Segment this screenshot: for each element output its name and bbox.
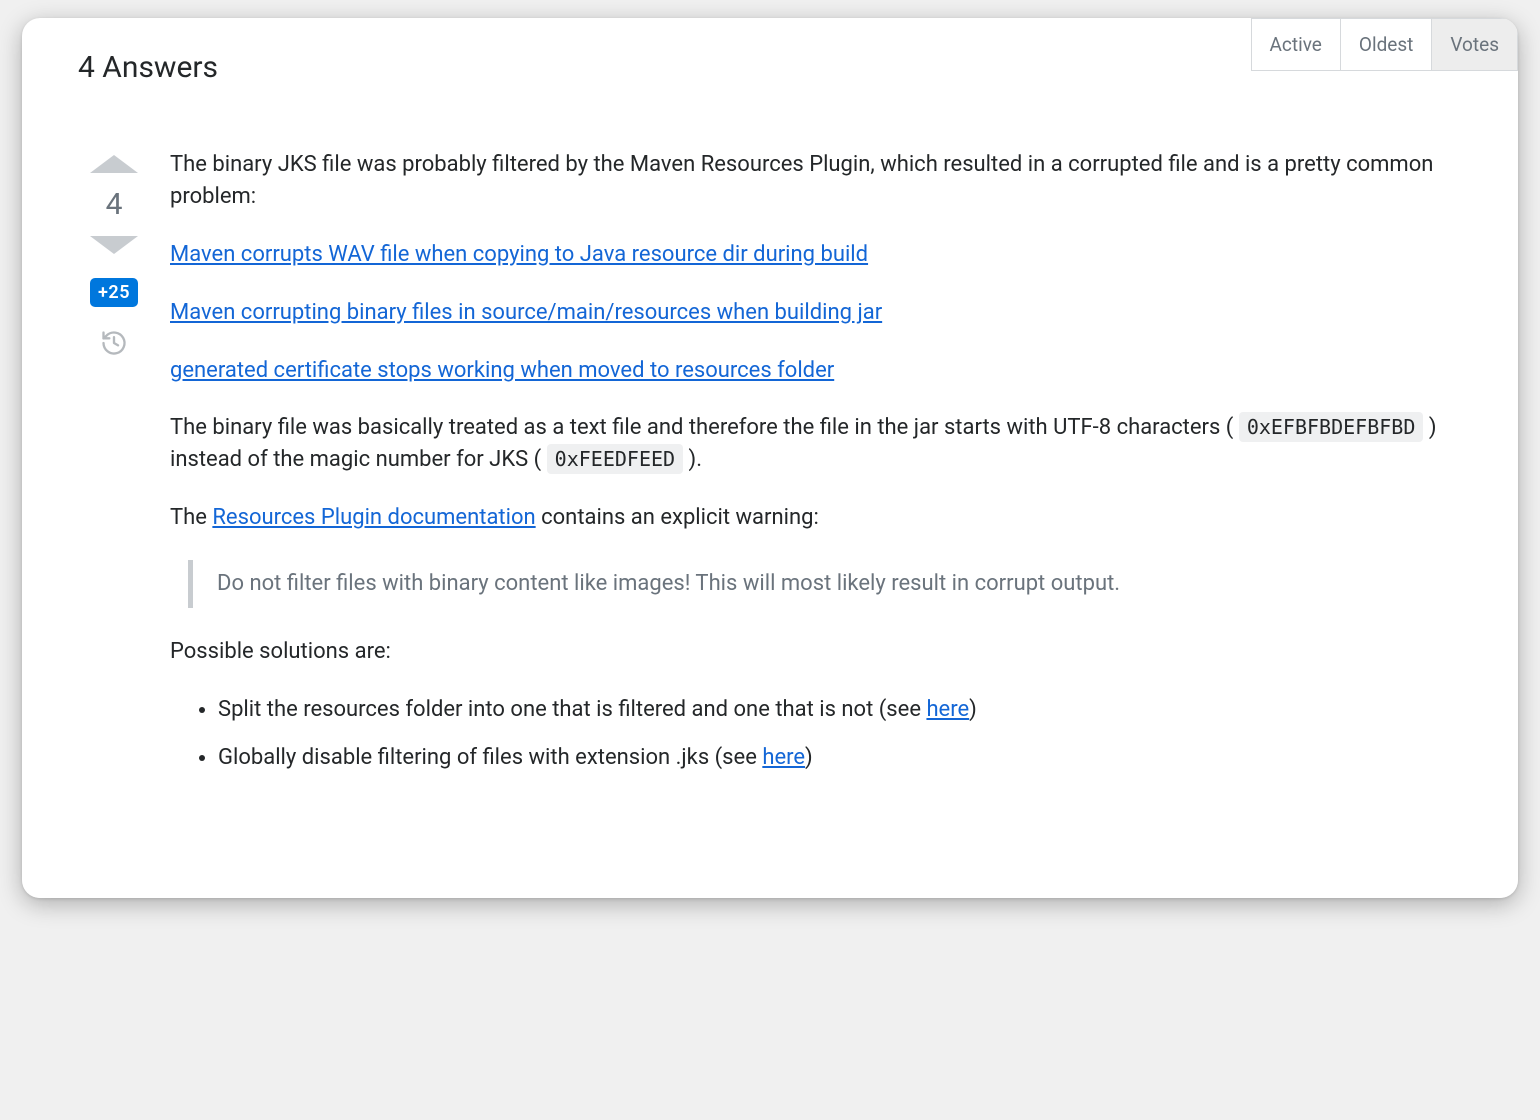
answer: 4 +25 The binary JKS file was probably f…	[78, 149, 1470, 800]
solution-2-link[interactable]: here	[762, 745, 805, 770]
related-link-3[interactable]: generated certificate stops working when…	[170, 358, 834, 383]
list-item: Globally disable filtering of files with…	[218, 742, 1470, 774]
sort-tab-votes[interactable]: Votes	[1431, 18, 1518, 71]
related-link-1[interactable]: Maven corrupts WAV file when copying to …	[170, 242, 868, 267]
answers-title: 4 Answers	[78, 50, 218, 85]
code-bad-magic: 0xEFBFBDEFBFBD	[1239, 412, 1424, 442]
answer-body: The binary JKS file was probably filtere…	[150, 149, 1470, 800]
history-icon[interactable]	[100, 329, 128, 361]
fade-overlay	[22, 858, 1518, 898]
related-link-2[interactable]: Maven corrupting binary files in source/…	[170, 300, 882, 325]
upvote-icon[interactable]	[90, 155, 138, 173]
solution-1-link[interactable]: here	[926, 697, 969, 722]
vote-column: 4 +25	[78, 149, 150, 361]
explain-paragraph: The binary file was basically treated as…	[170, 412, 1470, 476]
doc-link[interactable]: Resources Plugin documentation	[212, 505, 535, 530]
doc-post: contains an explicit warning:	[536, 505, 819, 530]
solution-2-pre: Globally disable filtering of files with…	[218, 745, 762, 770]
code-jks-magic: 0xFEEDFEED	[547, 444, 683, 474]
solution-1-pre: Split the resources folder into one that…	[218, 697, 926, 722]
sort-tab-active[interactable]: Active	[1251, 18, 1340, 71]
doc-pre: The	[170, 505, 212, 530]
list-item: Split the resources folder into one that…	[218, 694, 1470, 726]
vote-count: 4	[106, 187, 123, 222]
answers-panel: 4 Answers Active Oldest Votes 4 +25	[22, 18, 1518, 898]
solutions-list: Split the resources folder into one that…	[170, 694, 1470, 774]
sort-tabs: Active Oldest Votes	[1251, 18, 1518, 71]
warning-quote: Do not filter files with binary content …	[188, 560, 1470, 608]
intro-paragraph: The binary JKS file was probably filtere…	[170, 149, 1470, 213]
solution-2-post: )	[805, 745, 813, 770]
explain-pre: The binary file was basically treated as…	[170, 415, 1233, 440]
solution-1-post: )	[969, 697, 977, 722]
answers-header: 4 Answers Active Oldest Votes	[78, 50, 1470, 85]
doc-paragraph: The Resources Plugin documentation conta…	[170, 502, 1470, 534]
bounty-badge: +25	[90, 278, 138, 307]
solutions-label: Possible solutions are:	[170, 636, 1470, 668]
downvote-icon[interactable]	[90, 236, 138, 254]
sort-tab-oldest[interactable]: Oldest	[1340, 18, 1432, 71]
explain-post: ).	[689, 447, 702, 472]
